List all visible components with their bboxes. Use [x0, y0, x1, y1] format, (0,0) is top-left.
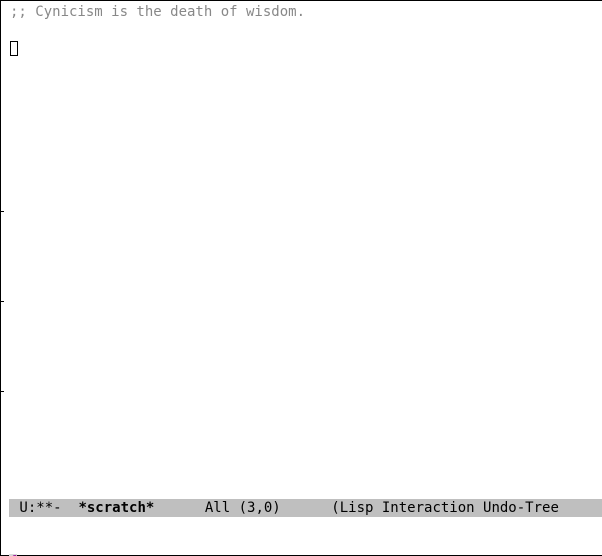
modeline-position-modes: All (3,0) (Lisp Interaction Undo-Tree: [154, 500, 559, 516]
emacs-frame: ;; Cynicism is the death of wisdom. U:**…: [0, 0, 602, 556]
comment-text: ;; Cynicism is the death of wisdom.: [10, 4, 305, 20]
modeline-buffer-name: *scratch*: [78, 500, 154, 516]
left-fringe: [1, 1, 9, 555]
main-buffer[interactable]: ;; Cynicism is the death of wisdom.: [10, 3, 602, 497]
buffer-cursor: [10, 41, 18, 56]
mode-line[interactable]: U:**- *scratch* All (3,0) (Lisp Interact…: [9, 499, 602, 517]
minibuffer-area[interactable]: forum-account Password entry: forum-acco…: [9, 517, 602, 555]
modeline-status: U:**-: [11, 500, 78, 516]
